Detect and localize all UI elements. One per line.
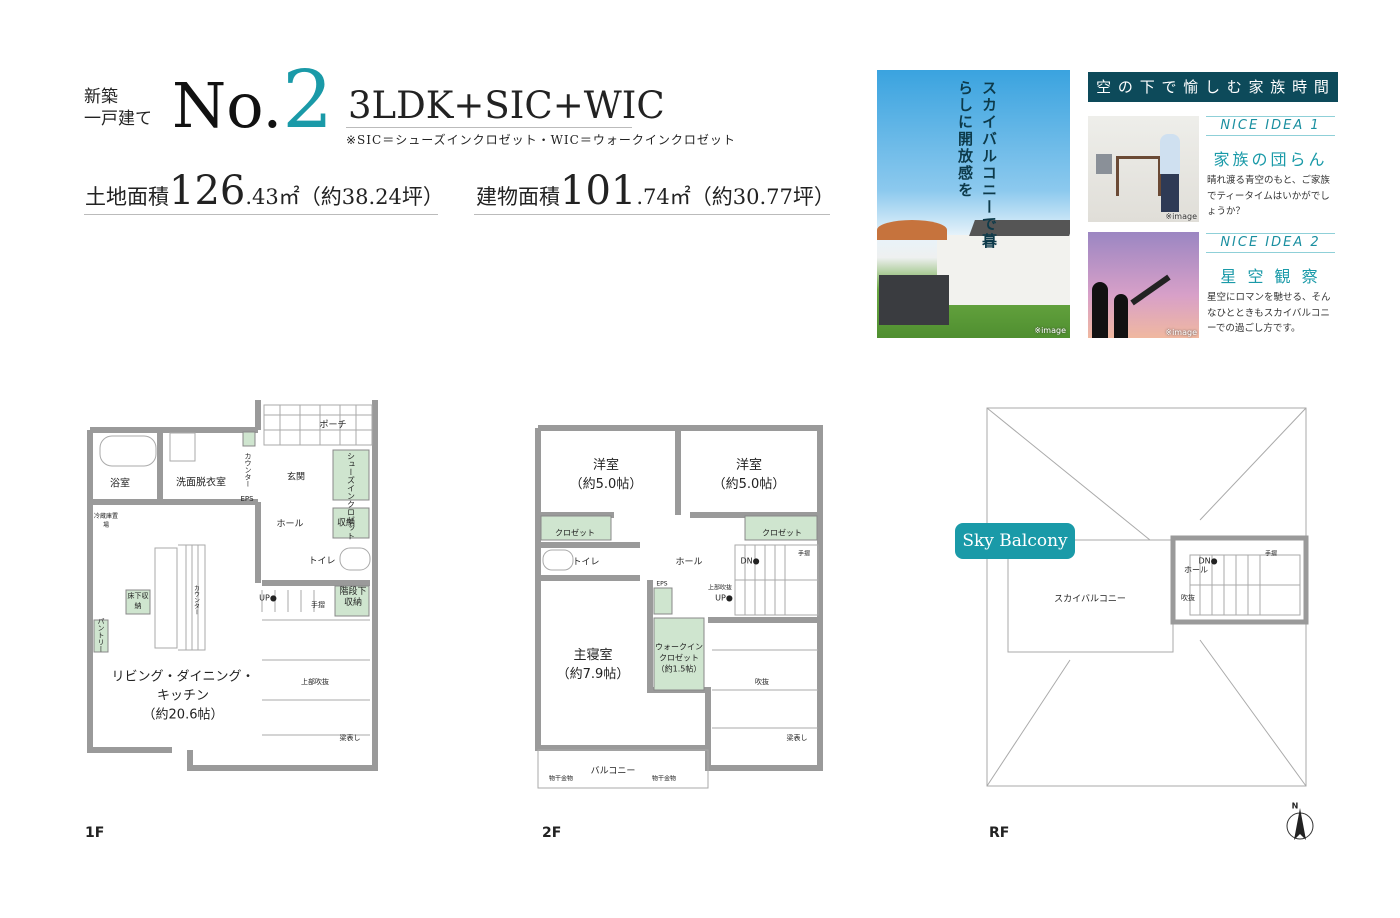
rf-skybalcony: スカイバルコニー [1054, 594, 1126, 605]
f1-counter2: カウンター [192, 585, 200, 615]
sky-balcony-badge: Sky Balcony [955, 523, 1075, 559]
f2-dn: DN● [740, 556, 760, 566]
f2-wic: ウォークイン クロゼット （約1.5帖） [655, 642, 703, 674]
f1-void: 上部吹抜 [301, 678, 329, 686]
f2-hall: ホール [675, 557, 703, 568]
floor-plans-drawing [87, 400, 1314, 840]
f2-master: 主寝室 （約7.9帖） [556, 648, 630, 682]
roof-label: RF [989, 825, 1010, 841]
f2-balcony: バルコニー [590, 766, 636, 777]
f1-toilet: トイレ [308, 556, 336, 567]
f1-beam: 梁表し [339, 734, 361, 742]
f2-void-above: 上部吹抜 [707, 584, 733, 592]
f1-up: UP● [259, 593, 277, 603]
rf-handrail: 手摺 [1264, 550, 1278, 558]
rf-void: 吹抜 [1181, 594, 1195, 602]
f2-handrail: 手摺 [797, 550, 811, 558]
floor1-storage [93, 431, 370, 653]
f1-counter: カウンター [244, 452, 252, 488]
f1-hall: ホール [276, 519, 304, 530]
f1-eps: EPS [240, 495, 254, 503]
floor2-label: 2F [542, 825, 562, 841]
f2-up: UP● [715, 593, 733, 603]
f1-fridge: 冷蔵庫置場 [94, 513, 119, 529]
f1-understair: 階段下収納 [339, 587, 367, 608]
f2-room2: 洋室 （約5.0帖） [712, 458, 786, 492]
roof-stair-walls [1170, 535, 1309, 625]
f2-hanger1: 物干金物 [548, 775, 574, 783]
f1-bath: 浴室 [110, 478, 130, 490]
f2-void: 吹抜 [755, 678, 769, 686]
roof-details [986, 407, 1307, 787]
f2-room1: 洋室 （約5.0帖） [569, 458, 643, 492]
f2-beam: 梁表し [786, 734, 808, 742]
f1-storage: 収納 [336, 518, 356, 529]
floor1-label: 1F [85, 825, 105, 841]
f1-shoes-closet: シューズインクロゼット [346, 452, 356, 540]
f2-closet2: クロゼット [762, 528, 802, 538]
f1-underfloor: 床下収納 [127, 592, 149, 610]
rf-hall: ホール [1184, 565, 1208, 575]
north-label: N [1291, 801, 1299, 811]
f2-toilet: トイレ [572, 557, 600, 568]
f1-ldk: リビング・ダイニング・ キッチン （約20.6帖） [111, 669, 255, 723]
f1-pantry: パントリー [97, 617, 105, 653]
f1-handrail: 手摺 [311, 601, 325, 609]
north-arrow-icon [1286, 808, 1314, 840]
f1-washroom: 洗面脱衣室 [176, 477, 226, 489]
f2-hanger2: 物干金物 [651, 775, 677, 783]
f1-porch: ポーチ [319, 420, 347, 431]
f1-entrance: 玄関 [286, 472, 306, 483]
f2-eps: EPS [656, 580, 668, 588]
f2-closet1: クロゼット [555, 528, 595, 538]
